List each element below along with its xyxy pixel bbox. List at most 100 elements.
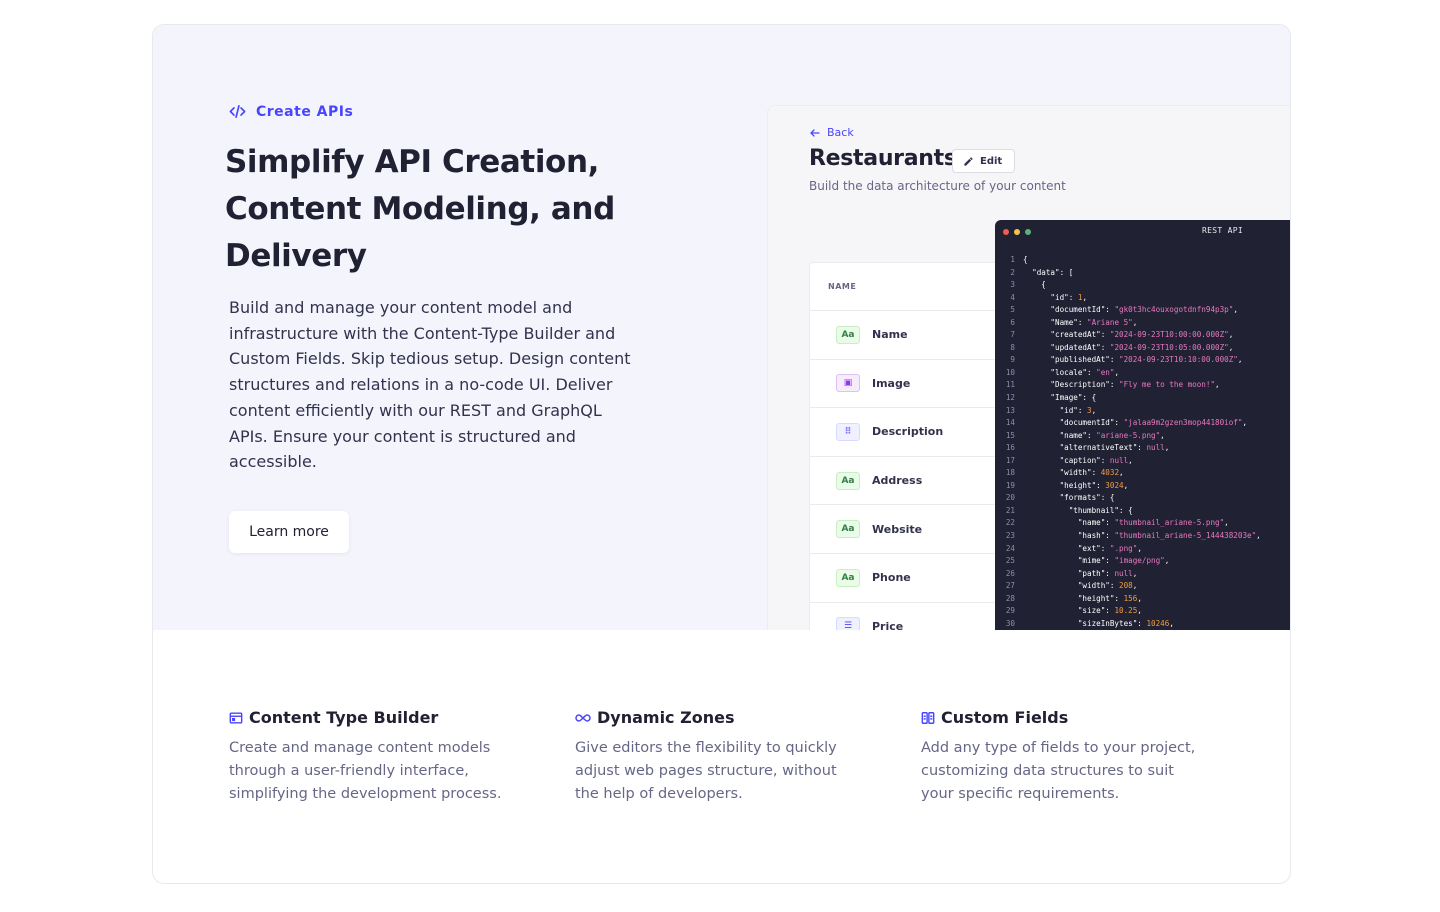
line-text: "publishedAt": "2024-09-23T10:10:00.000Z… xyxy=(1023,355,1243,365)
table-row[interactable]: Aa Website xyxy=(810,505,1008,554)
line-text: "documentId": "jalaa9m2gzen3mop44180iof"… xyxy=(1023,418,1248,428)
line-text: "updatedAt": "2024-09-23T10:05:00.000Z", xyxy=(1023,342,1234,352)
line-number: 23 xyxy=(1005,531,1015,541)
edit-button[interactable]: Edit xyxy=(952,149,1016,173)
field-name: Description xyxy=(872,425,944,439)
code-line: 24 "ext": ".png", xyxy=(995,543,1290,556)
code-line: 10 "locale": "en", xyxy=(995,367,1290,380)
line-number: 7 xyxy=(1010,330,1015,340)
line-text: "thumbnail": { xyxy=(1023,505,1133,515)
code-line: 23 "hash": "thumbnail_ariane-5_144438203… xyxy=(995,530,1290,543)
code-line: 6 "Name": "Ariane 5", xyxy=(995,317,1290,330)
table-row[interactable]: Aa Name xyxy=(810,311,1008,360)
line-number: 27 xyxy=(1005,581,1015,591)
feature-title: Custom Fields xyxy=(941,708,1069,727)
minimize-dot[interactable] xyxy=(1014,229,1020,235)
line-number: 8 xyxy=(1010,342,1015,352)
line-text: "height": 156, xyxy=(1023,593,1142,603)
code-line: 28 "height": 156, xyxy=(995,593,1290,606)
code-line: 13 "id": 3, xyxy=(995,405,1290,418)
line-number: 3 xyxy=(1010,280,1015,290)
field-name: Price xyxy=(872,619,904,630)
line-text: "alternativeText": null, xyxy=(1023,443,1170,453)
field-name: Name xyxy=(872,328,908,342)
fields-icon xyxy=(921,711,935,724)
line-text: "ext": ".png", xyxy=(1023,543,1142,553)
line-text: "name": "ariane-5.png", xyxy=(1023,430,1165,440)
maximize-dot[interactable] xyxy=(1025,229,1031,235)
hero-section: Create APIs Simplify API Creation, Conte… xyxy=(153,25,1290,630)
window-title: REST API xyxy=(1202,226,1243,235)
feature-card: Create APIs Simplify API Creation, Conte… xyxy=(152,24,1291,884)
line-number: 4 xyxy=(1010,292,1015,302)
table-header: NAME xyxy=(810,263,1008,311)
line-text: "Name": "Ariane 5", xyxy=(1023,317,1138,327)
code-line: 26 "path": null, xyxy=(995,568,1290,581)
admin-preview: Back Restaurants Edit Build the data arc… xyxy=(767,105,1290,630)
feature-content-type-builder: Content Type Builder Create and manage c… xyxy=(229,708,519,806)
window-titlebar: REST API xyxy=(995,220,1290,244)
features-section: Content Type Builder Create and manage c… xyxy=(153,630,1290,883)
line-number: 22 xyxy=(1005,518,1015,528)
line-text: "documentId": "gk0t3hc4ouxogotdnfn94p3p"… xyxy=(1023,305,1238,315)
code-line: 9 "publishedAt": "2024-09-23T10:10:00.00… xyxy=(995,354,1290,367)
code-line: 27 "width": 208, xyxy=(995,580,1290,593)
line-text: "height": 3024, xyxy=(1023,480,1129,490)
line-number: 16 xyxy=(1005,443,1015,453)
code-line: 15 "name": "ariane-5.png", xyxy=(995,430,1290,443)
feature-custom-fields: Custom Fields Add any type of fields to … xyxy=(921,708,1211,806)
code-line: 30 "sizeInBytes": 10246, xyxy=(995,618,1290,630)
code-line: 18 "width": 4032, xyxy=(995,467,1290,480)
line-text: "caption": null, xyxy=(1023,455,1133,465)
back-link[interactable]: Back xyxy=(809,126,854,139)
line-number: 26 xyxy=(1005,568,1015,578)
line-text: "Description": "Fly me to the moon!", xyxy=(1023,380,1220,390)
feature-title-row: Dynamic Zones xyxy=(575,708,865,727)
feature-description: Add any type of fields to your project, … xyxy=(921,740,1196,802)
line-text: "data": [ xyxy=(1023,267,1074,277)
line-text: "width": 4032, xyxy=(1023,468,1124,478)
pencil-icon xyxy=(964,156,973,166)
line-text: "size": 10.25, xyxy=(1023,606,1142,616)
code-line: 20 "formats": { xyxy=(995,492,1290,505)
line-text: { xyxy=(1023,280,1046,290)
eyebrow-label: Create APIs xyxy=(256,103,354,120)
back-label: Back xyxy=(827,126,854,139)
eyebrow: Create APIs xyxy=(229,103,353,120)
line-number: 12 xyxy=(1005,393,1015,403)
line-number: 10 xyxy=(1005,367,1015,377)
collection-subtitle: Build the data architecture of your cont… xyxy=(809,179,1066,193)
table-row[interactable]: ☰ Price xyxy=(810,603,1008,630)
field-name: Address xyxy=(872,474,923,488)
line-number: 1 xyxy=(1010,255,1015,264)
feature-title: Dynamic Zones xyxy=(597,708,735,727)
edit-label: Edit xyxy=(980,155,1003,167)
blocks-field-icon: ⠿ xyxy=(836,422,860,441)
table-row[interactable]: ⠿ Description xyxy=(810,408,1008,457)
table-row[interactable]: Aa Phone xyxy=(810,554,1008,603)
learn-more-button[interactable]: Learn more xyxy=(229,511,349,553)
json-response: 1{2 "data": [3 {4 "id": 1, 5 "documentId"… xyxy=(995,254,1290,630)
field-name: Phone xyxy=(872,571,911,585)
close-dot[interactable] xyxy=(1003,229,1009,235)
code-line: 19 "height": 3024, xyxy=(995,480,1290,493)
code-line: 12 "Image": { xyxy=(995,392,1290,405)
code-line: 1{ xyxy=(995,254,1290,267)
table-row[interactable]: ▣ Image xyxy=(810,360,1008,409)
code-line: 17 "caption": null, xyxy=(995,455,1290,468)
line-number: 25 xyxy=(1005,556,1015,566)
code-line: 4 "id": 1, xyxy=(995,292,1290,305)
arrow-left-icon xyxy=(810,128,820,137)
field-name: Image xyxy=(872,376,911,390)
line-number: 9 xyxy=(1010,355,1015,365)
code-line: 11 "Description": "Fly me to the moon!", xyxy=(995,379,1290,392)
collection-title: Restaurants xyxy=(809,146,957,171)
list-field-icon: ☰ xyxy=(836,617,860,630)
line-number: 21 xyxy=(1005,505,1015,515)
line-text: "id": 3, xyxy=(1023,405,1097,415)
text-field-icon: Aa xyxy=(836,325,860,344)
code-line: 21 "thumbnail": { xyxy=(995,505,1290,518)
table-row[interactable]: Aa Address xyxy=(810,457,1008,506)
line-text: "path": null, xyxy=(1023,568,1138,578)
line-number: 24 xyxy=(1005,543,1015,553)
